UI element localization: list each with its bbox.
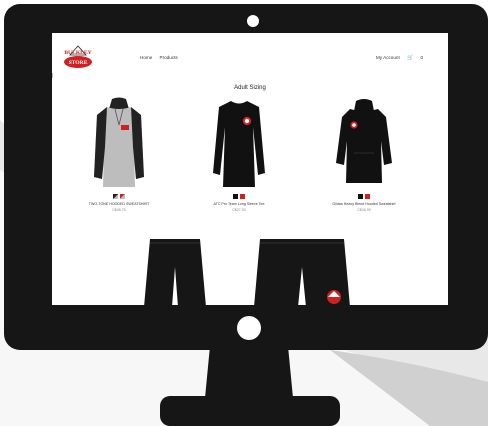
swatch-red[interactable] — [120, 194, 125, 199]
swatch-black[interactable] — [113, 194, 118, 199]
hoodie-two-tone-icon — [94, 97, 144, 187]
my-account-link[interactable]: My Account — [376, 55, 400, 60]
product-card[interactable]: TWO-TONE HOODED SWEATSHIRT C$45.75 — [74, 97, 164, 212]
sweatpants-icon — [254, 239, 350, 305]
product-name[interactable]: TWO-TONE HOODED SWEATSHIRT — [74, 202, 164, 206]
svg-text:BULKLEY: BULKLEY — [64, 50, 91, 56]
store-logo[interactable]: BULKLEY STORE — [60, 43, 96, 71]
main-nav: Home Products — [140, 55, 184, 60]
product-name[interactable]: Gildan Heavy Blend Hooded Sweatshirt — [314, 202, 414, 206]
product-price: C$38.99 — [357, 208, 371, 212]
product-card[interactable] — [252, 237, 352, 305]
product-card[interactable]: Gildan Heavy Blend Hooded Sweatshirt C$3… — [314, 97, 414, 212]
svg-text:STORE: STORE — [69, 60, 88, 66]
monitor-button — [237, 316, 261, 340]
product-card[interactable]: ATC Pro Team Long Sleeve Tee C$27.93 — [194, 97, 284, 212]
color-swatches — [314, 194, 414, 199]
nav-products[interactable]: Products — [160, 55, 178, 60]
product-card[interactable] — [140, 237, 210, 305]
product-name[interactable]: ATC Pro Team Long Sleeve Tee — [194, 202, 284, 206]
swatch-red[interactable] — [365, 194, 370, 199]
cart-count: 0 — [420, 55, 424, 60]
product-price: C$27.93 — [232, 208, 246, 212]
account-nav: My Account 🛒 0 — [376, 55, 435, 61]
product-price: C$45.75 — [112, 208, 126, 212]
color-swatches — [74, 194, 164, 199]
nav-home[interactable]: Home — [140, 55, 152, 60]
swatch-black[interactable] — [233, 194, 238, 199]
monitor-screen: BULKLEY STORE Home Products My Account 🛒… — [52, 33, 448, 305]
breadcrumb-pipe: | — [52, 73, 54, 79]
swatch-black[interactable] — [358, 194, 363, 199]
cart-icon: 🛒 — [407, 55, 414, 61]
swatch-red[interactable] — [240, 194, 245, 199]
hoodie-black-icon — [336, 99, 392, 183]
camera-dot — [247, 15, 259, 27]
cart-link[interactable]: 🛒 0 — [407, 55, 429, 61]
shorts-icon — [144, 239, 206, 305]
color-swatches — [194, 194, 284, 199]
long-sleeve-tee-icon — [213, 101, 265, 187]
section-title: Adult Sizing — [234, 85, 266, 91]
